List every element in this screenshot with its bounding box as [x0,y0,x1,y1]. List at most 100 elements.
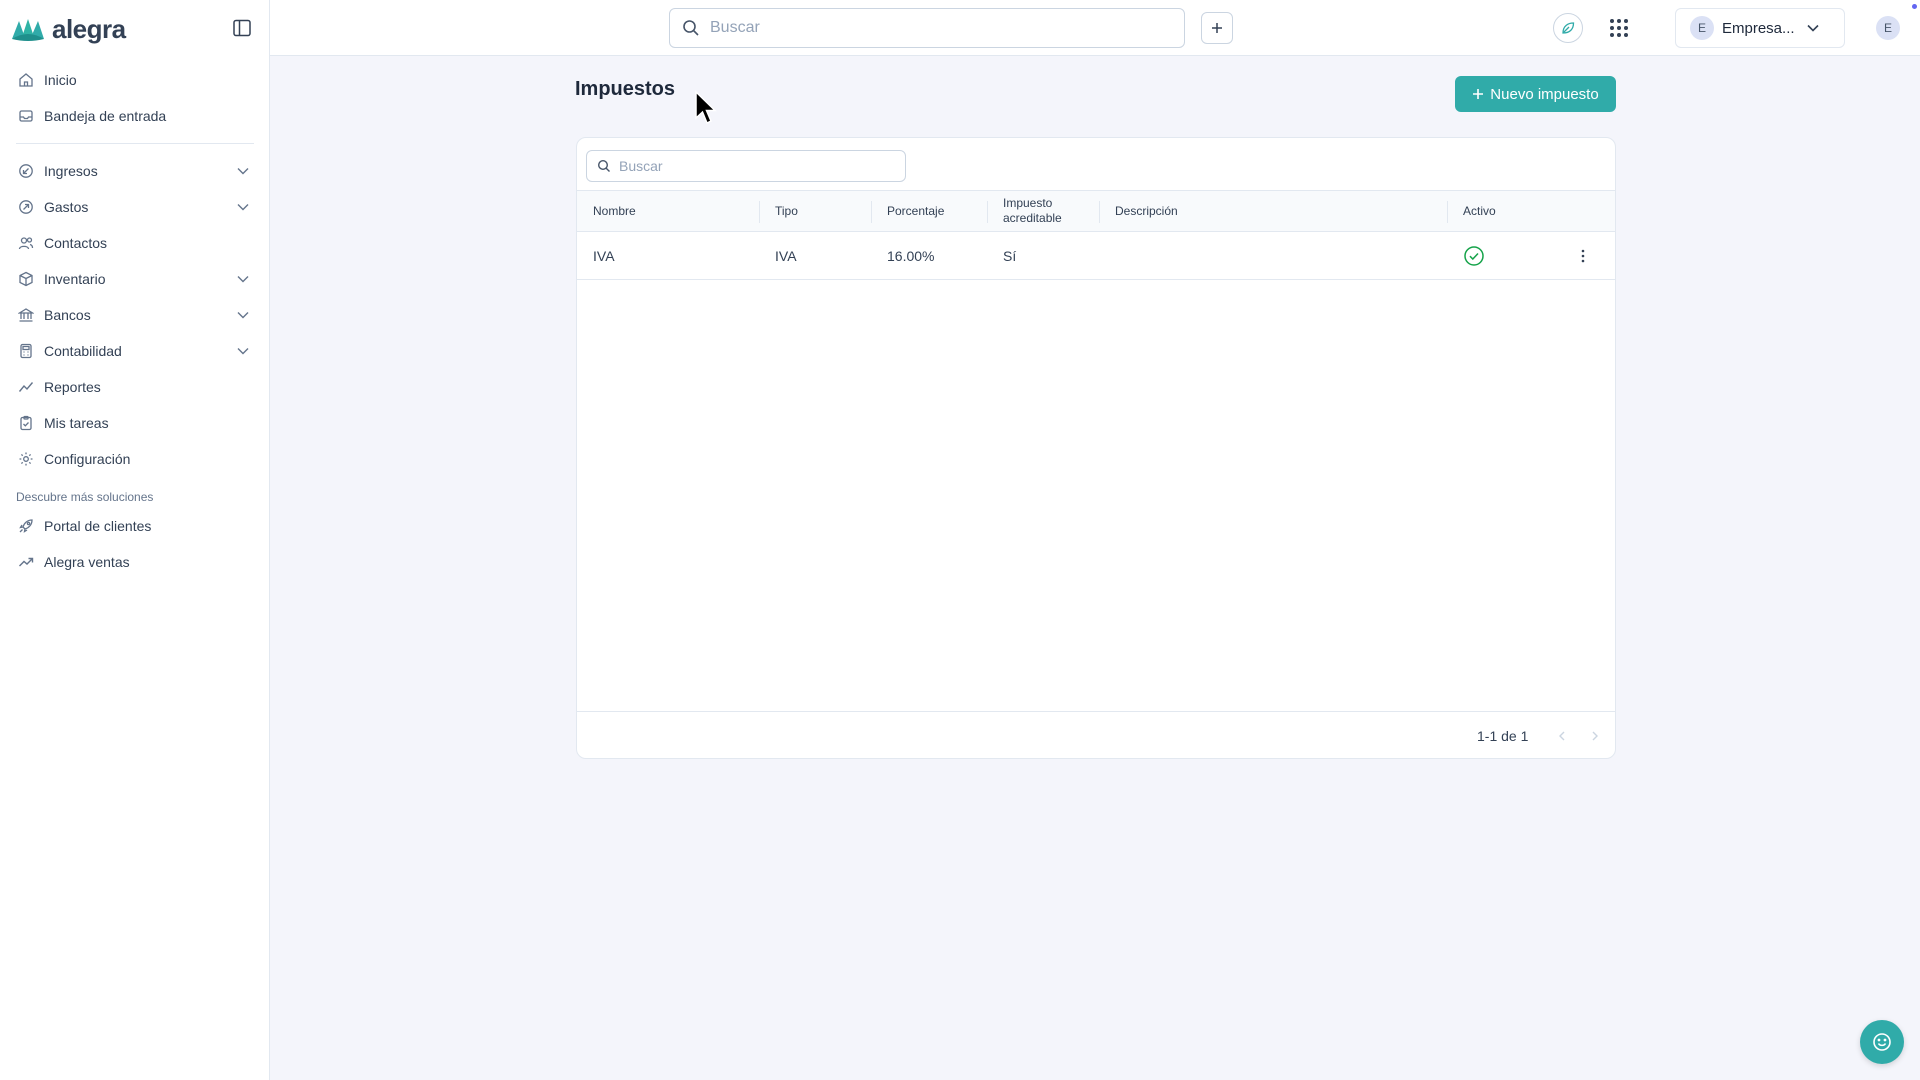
page-title: Impuestos [575,78,676,100]
sidebar-item-contactos[interactable]: Contactos [0,225,270,261]
sidebar-item-label: Gastos [44,199,89,215]
chevron-down-icon [237,168,249,175]
sidebar-item-alegra-ventas[interactable]: Alegra ventas [0,544,270,580]
income-icon [18,163,34,179]
sidebar-item-ingresos[interactable]: Ingresos [0,153,270,189]
column-header-tipo[interactable]: Tipo [775,191,798,231]
column-header-nombre[interactable]: Nombre [593,191,636,231]
more-vertical-icon [1581,249,1585,263]
search-icon [597,159,610,172]
chevron-right-icon[interactable] [1587,728,1603,744]
apps-grid-icon [1610,19,1628,37]
pagination-info: 1-1 de 1 [1477,728,1529,744]
column-resizer[interactable] [987,201,988,223]
sidebar: alegra Inicio Bandeja de entrada Ingreso… [0,0,270,1080]
sidebar-item-inventario[interactable]: Inventario [0,261,270,297]
gear-icon [18,451,34,467]
sidebar-item-label: Ingresos [44,163,98,179]
sidebar-item-label: Contabilidad [44,343,122,359]
trend-icon [18,554,34,570]
mouse-cursor-icon [695,90,717,125]
check-circle-icon [1464,245,1484,266]
column-resizer[interactable] [759,201,760,223]
chevron-down-icon [1806,24,1819,32]
chevron-down-icon [237,204,249,211]
search-icon [683,20,699,36]
sidebar-item-contabilidad[interactable]: Contabilidad [0,333,270,369]
alegra-logo[interactable]: alegra [10,14,126,45]
column-resizer[interactable] [1447,201,1448,223]
sidebar-item-inicio[interactable]: Inicio [0,62,270,98]
cell-porcentaje: 16.00% [887,247,935,264]
alegra-logo-icon [12,18,44,41]
sidebar-item-label: Inicio [44,72,77,88]
global-search-input[interactable] [710,19,1150,37]
expense-icon [18,199,34,215]
sidebar-nav: Inicio Bandeja de entrada Ingresos Gasto… [0,62,270,580]
nav-section-label: Descubre más soluciones [16,490,154,504]
column-resizer[interactable] [1099,201,1100,223]
table-search-input[interactable] [619,158,899,174]
sidebar-item-bancos[interactable]: Bancos [0,297,270,333]
chevron-down-icon [237,348,249,355]
collapse-sidebar-button[interactable] [232,18,252,38]
inbox-icon [18,108,34,124]
cell-acreditable: Sí [1003,247,1017,264]
box-icon [18,271,34,287]
smile-chat-icon [1873,1033,1891,1051]
taxes-table-card: Nombre Tipo Porcentaje Impuesto acredita… [576,137,1616,759]
table-footer: 1-1 de 1 [577,711,1615,758]
sidebar-item-label: Reportes [44,379,101,395]
home-icon [18,72,34,88]
apps-grid-button[interactable] [1607,16,1631,40]
sidebar-item-portal-clientes[interactable]: Portal de clientes [0,508,270,544]
column-header-acreditable[interactable]: Impuesto acreditable [1003,191,1083,231]
cell-nombre: IVA [593,247,615,264]
global-search[interactable] [669,8,1185,48]
sidebar-item-reportes[interactable]: Reportes [0,369,270,405]
notification-dot [1912,4,1917,9]
cell-activo [1463,232,1485,279]
plus-icon [1473,89,1484,99]
chevron-down-icon [237,312,249,319]
sidebar-panel-icon [233,19,251,37]
quick-add-button[interactable] [1201,12,1233,44]
table-header: Nombre Tipo Porcentaje Impuesto acredita… [577,190,1615,232]
chevron-left-icon[interactable] [1554,728,1570,744]
column-resizer[interactable] [871,201,872,223]
row-actions-button[interactable] [1573,246,1593,266]
sidebar-item-label: Inventario [44,271,106,287]
plus-icon [1212,23,1222,33]
clipboard-icon [18,415,34,431]
new-tax-button[interactable]: Nuevo impuesto [1455,76,1616,112]
cell-tipo: IVA [775,247,797,264]
table-row[interactable]: IVA IVA 16.00% Sí [577,232,1615,280]
sidebar-item-configuracion[interactable]: Configuración [0,441,270,477]
sidebar-item-label: Configuración [44,451,131,467]
calculator-icon [18,343,34,359]
chart-line-icon [18,379,34,395]
rocket-icon [18,518,34,534]
user-avatar[interactable]: E [1876,16,1900,40]
sidebar-item-label: Contactos [44,235,108,251]
nav-divider [16,143,254,144]
help-chat-button[interactable] [1860,1020,1904,1064]
chevron-down-icon [237,276,249,283]
sidebar-item-label: Bandeja de entrada [44,108,167,124]
column-header-descripcion[interactable]: Descripción [1115,191,1178,231]
sidebar-item-bandeja[interactable]: Bandeja de entrada [0,98,270,134]
new-tax-button-label: Nuevo impuesto [1490,85,1599,103]
contacts-icon [18,235,34,251]
sidebar-item-label: Portal de clientes [44,518,152,534]
sidebar-item-mis-tareas[interactable]: Mis tareas [0,405,270,441]
sidebar-item-gastos[interactable]: Gastos [0,189,270,225]
column-header-activo[interactable]: Activo [1463,191,1496,231]
sustainability-button[interactable] [1553,13,1583,43]
top-bar: E Empresa... E [270,0,1920,56]
bank-icon [18,307,34,323]
leaf-icon [1562,22,1575,34]
company-selector[interactable]: E Empresa... [1675,8,1845,48]
table-search[interactable] [586,150,906,182]
logo-text: alegra [52,14,126,44]
column-header-porcentaje[interactable]: Porcentaje [887,191,944,231]
